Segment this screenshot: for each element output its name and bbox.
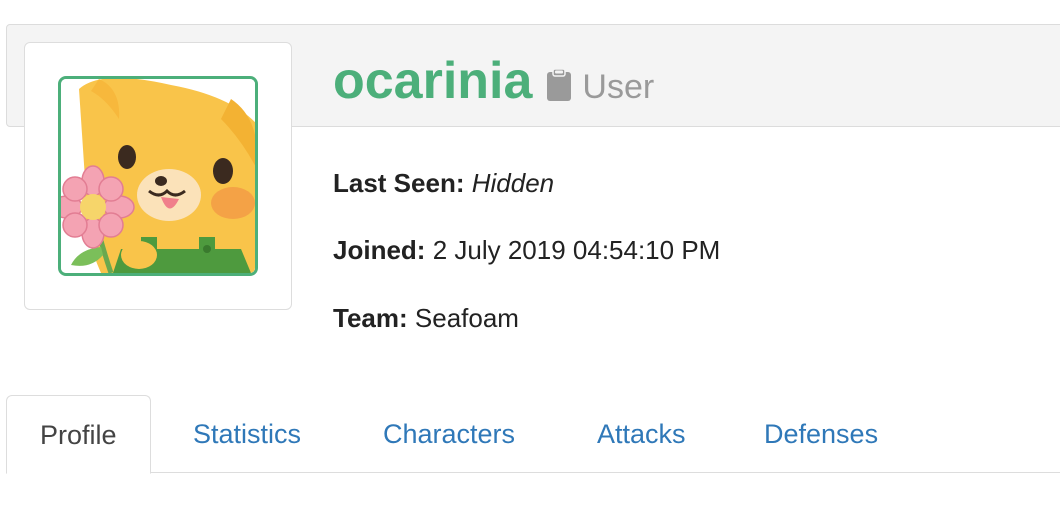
clipboard-icon	[546, 68, 572, 102]
username-row: ocarinia User	[333, 50, 654, 112]
tab-attacks[interactable]: Attacks	[597, 395, 686, 473]
tab-statistics[interactable]: Statistics	[193, 395, 301, 473]
profile-page: ocarinia User Last Seen: Hidden Joined: …	[0, 0, 1060, 508]
tab-characters[interactable]: Characters	[383, 395, 515, 473]
last-seen-label: Last Seen:	[333, 168, 465, 198]
last-seen-line: Last Seen: Hidden	[333, 167, 554, 199]
team-line: Team: Seafoam	[333, 302, 519, 334]
joined-label: Joined:	[333, 235, 426, 265]
joined-line: Joined: 2 July 2019 04:54:10 PM	[333, 234, 720, 266]
avatar-card	[24, 42, 292, 310]
username: ocarinia	[333, 52, 533, 110]
tabs-divider	[6, 472, 1060, 473]
tab-profile[interactable]: Profile	[6, 395, 151, 474]
avatar-image	[61, 79, 255, 273]
team-label: Team:	[333, 303, 408, 333]
last-seen-value: Hidden	[471, 168, 555, 198]
profile-tabs: Profile Statistics Characters Attacks De…	[6, 395, 1060, 474]
tab-defenses[interactable]: Defenses	[764, 395, 878, 473]
team-value: Seafoam	[414, 303, 519, 333]
avatar[interactable]	[58, 76, 258, 276]
joined-value: 2 July 2019 04:54:10 PM	[432, 235, 721, 265]
role-label: User	[582, 68, 655, 106]
